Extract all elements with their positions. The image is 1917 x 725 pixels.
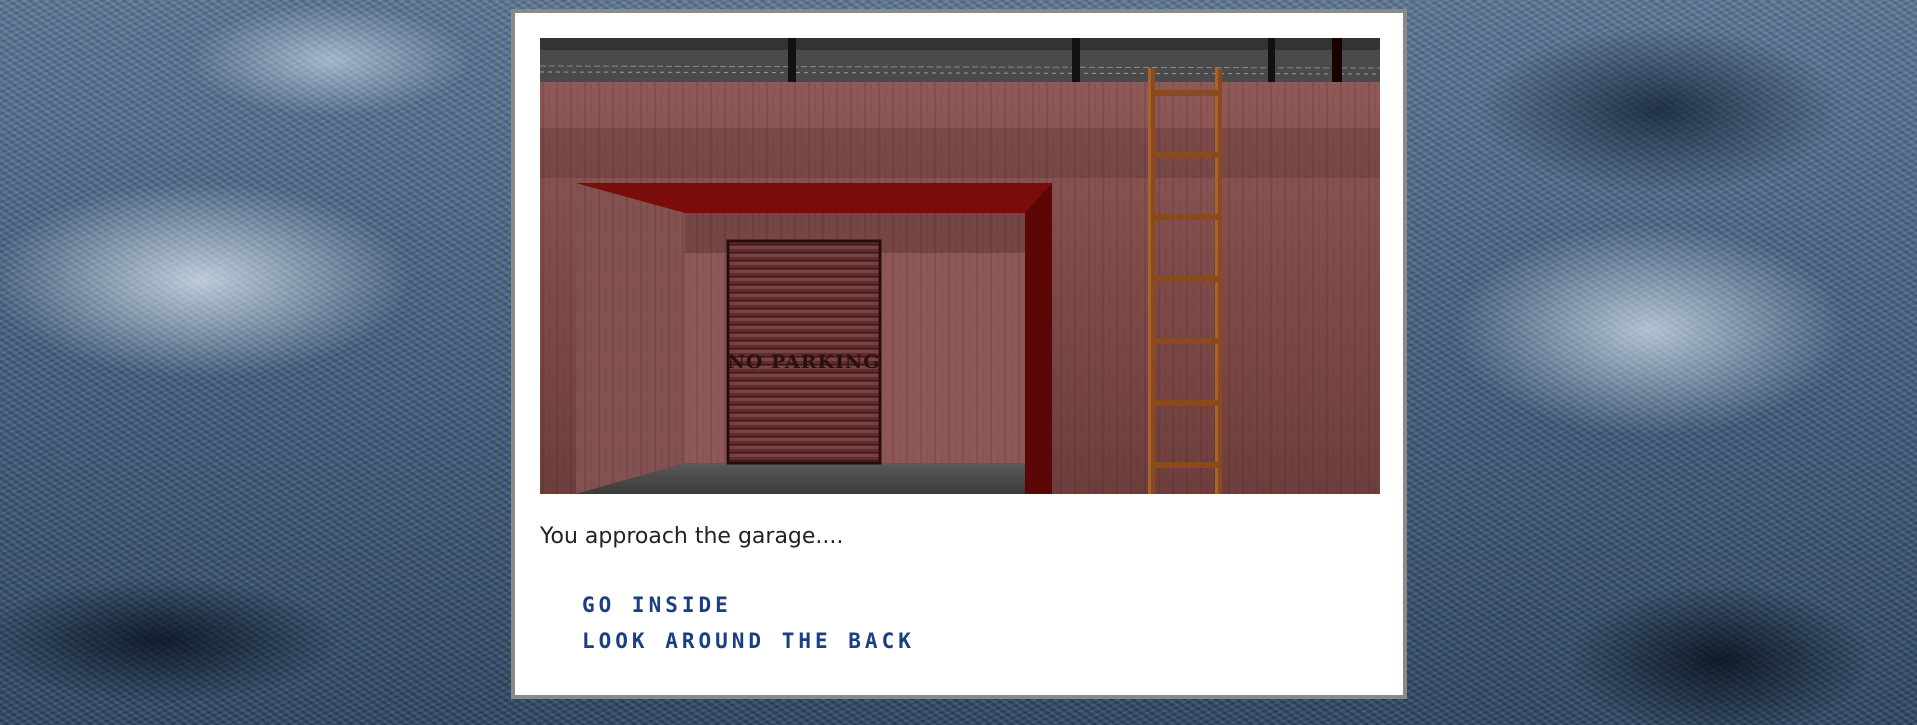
narration-text: You approach the garage....	[540, 524, 844, 549]
choice-list: GO INSIDE LOOK AROUND THE BACK	[582, 587, 915, 659]
choice-go-inside[interactable]: GO INSIDE	[582, 587, 915, 623]
game-window: NO PARKING You approach the garage.... G…	[511, 9, 1407, 699]
garage-scene-image: NO PARKING	[540, 38, 1380, 494]
choice-look-around-back[interactable]: LOOK AROUND THE BACK	[582, 623, 915, 659]
no-parking-sign: NO PARKING	[728, 351, 881, 373]
